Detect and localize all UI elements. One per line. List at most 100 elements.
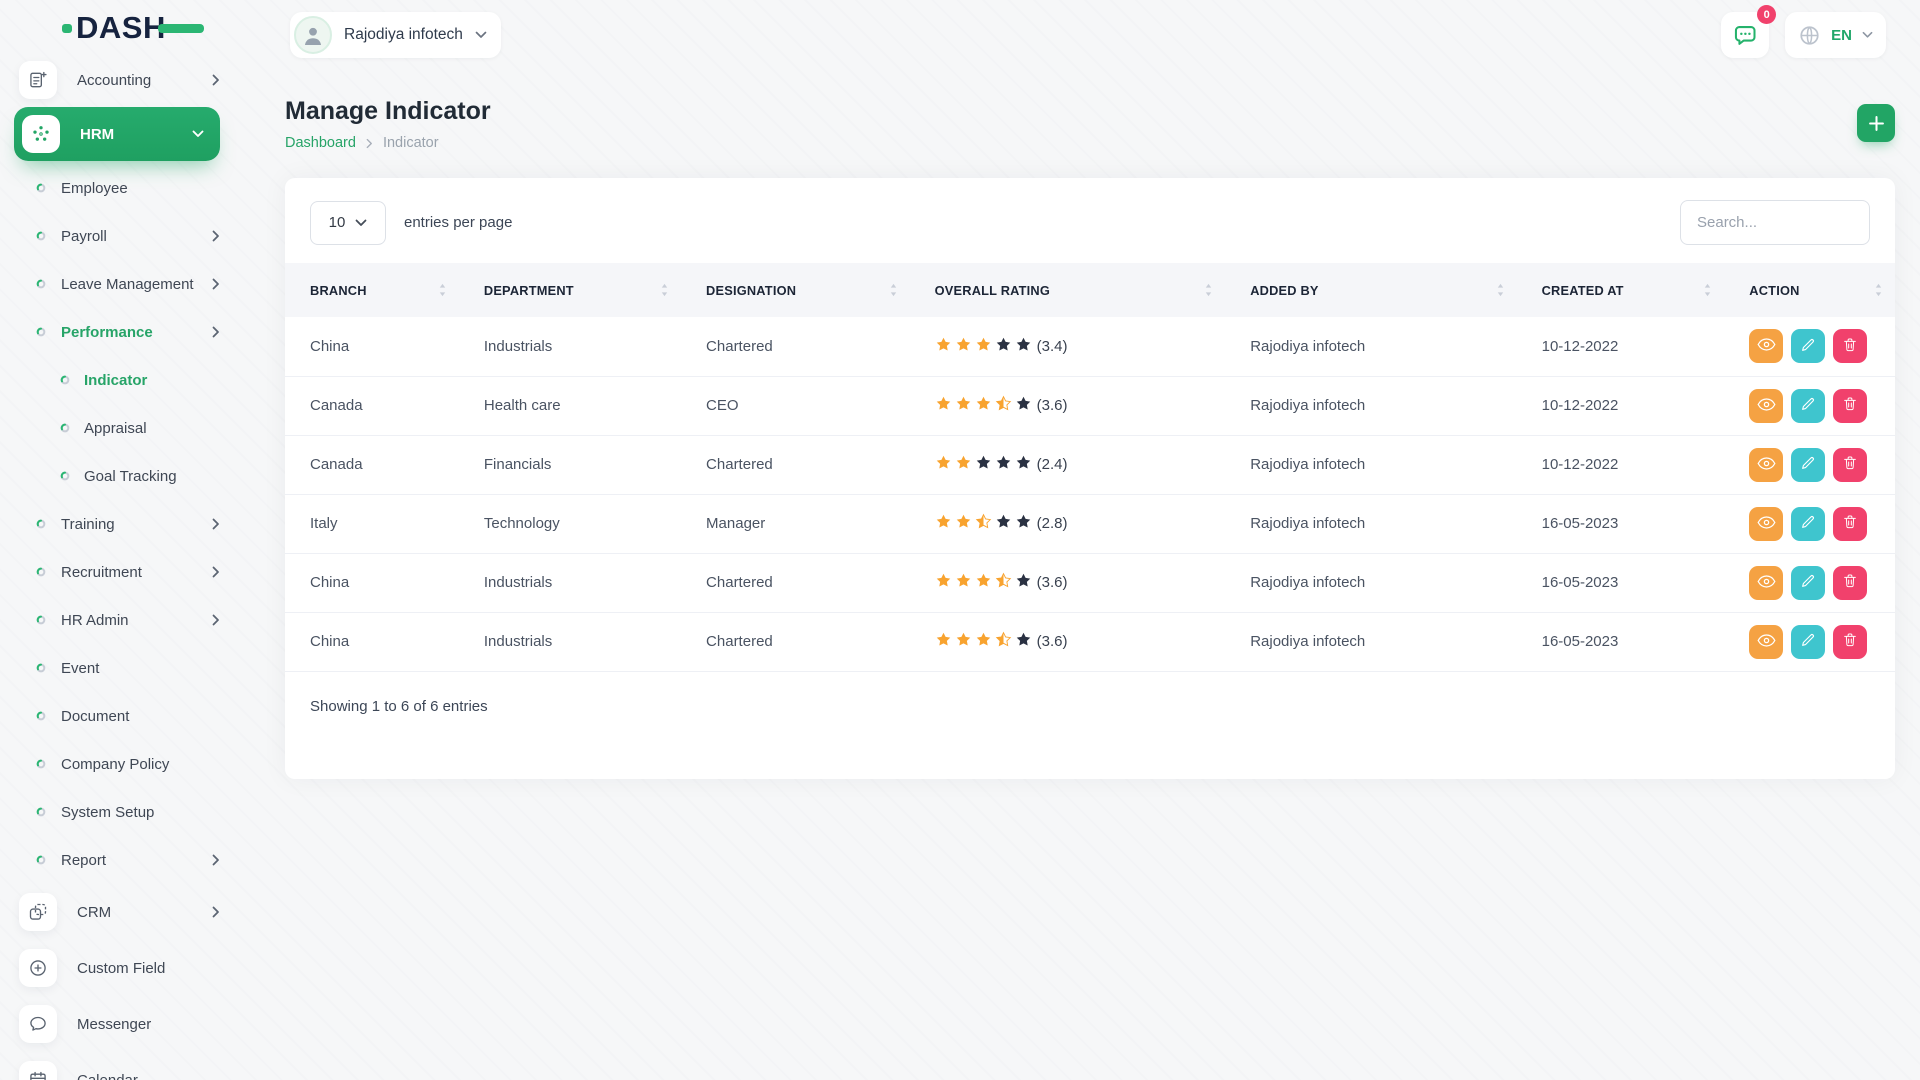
edit-button[interactable] bbox=[1791, 389, 1825, 423]
column-header-label: ADDED BY bbox=[1250, 283, 1318, 298]
table-body: ChinaIndustrialsChartered(3.4)Rajodiya i… bbox=[285, 317, 1895, 671]
chevron-right-icon bbox=[212, 74, 220, 86]
added-by-cell: Rajodiya infotech bbox=[1225, 376, 1516, 435]
view-button[interactable] bbox=[1749, 448, 1783, 482]
sort-icon[interactable] bbox=[889, 283, 898, 298]
sidebar-item-hr-admin[interactable]: HR Admin bbox=[0, 596, 240, 644]
sidebar-item-label: Messenger bbox=[77, 1016, 151, 1033]
star-full-icon bbox=[935, 395, 952, 416]
sidebar-item-hrm[interactable]: HRM bbox=[0, 104, 240, 164]
company-selector[interactable]: Rajodiya infotech bbox=[290, 12, 501, 58]
star-full-icon bbox=[955, 572, 972, 593]
sort-icon[interactable] bbox=[1874, 283, 1883, 298]
branch-cell: Italy bbox=[285, 494, 459, 553]
edit-button[interactable] bbox=[1791, 448, 1825, 482]
edit-button[interactable] bbox=[1791, 566, 1825, 600]
bullet-icon bbox=[36, 855, 46, 865]
sidebar-item-performance[interactable]: Performance bbox=[0, 308, 240, 356]
add-indicator-button[interactable] bbox=[1857, 104, 1895, 142]
bullet-icon bbox=[60, 423, 70, 433]
edit-button[interactable] bbox=[1791, 625, 1825, 659]
sidebar-item-company-policy[interactable]: Company Policy bbox=[0, 740, 240, 788]
sidebar-item-label: Performance bbox=[61, 324, 153, 341]
sidebar-item-custom-field[interactable]: Custom Field bbox=[0, 940, 240, 996]
table-row: ChinaIndustrialsChartered(3.4)Rajodiya i… bbox=[285, 317, 1895, 376]
view-button[interactable] bbox=[1749, 566, 1783, 600]
entries-per-page-label: entries per page bbox=[404, 214, 512, 231]
sidebar-item-employee[interactable]: Employee bbox=[0, 164, 240, 212]
delete-button[interactable] bbox=[1833, 329, 1867, 363]
sidebar-item-event[interactable]: Event bbox=[0, 644, 240, 692]
designation-cell: CEO bbox=[681, 376, 910, 435]
column-header-action: ACTION bbox=[1724, 263, 1895, 317]
delete-button[interactable] bbox=[1833, 566, 1867, 600]
view-button[interactable] bbox=[1749, 625, 1783, 659]
sidebar-item-label: HR Admin bbox=[61, 612, 129, 629]
chevron-right-icon bbox=[212, 566, 220, 578]
action-cell bbox=[1724, 317, 1895, 376]
branch-cell: China bbox=[285, 612, 459, 671]
sidebar-item-crm[interactable]: CRM bbox=[0, 884, 240, 940]
sort-icon[interactable] bbox=[438, 283, 447, 298]
sidebar-item-leave-management[interactable]: Leave Management bbox=[0, 260, 240, 308]
created-at-cell: 16-05-2023 bbox=[1517, 612, 1725, 671]
star-full-icon bbox=[955, 631, 972, 652]
messages-button[interactable]: 0 bbox=[1721, 12, 1769, 58]
delete-button[interactable] bbox=[1833, 389, 1867, 423]
delete-button[interactable] bbox=[1833, 507, 1867, 541]
sidebar-item-payroll[interactable]: Payroll bbox=[0, 212, 240, 260]
designation-cell: Chartered bbox=[681, 553, 910, 612]
edit-button[interactable] bbox=[1791, 329, 1825, 363]
calendar-icon bbox=[19, 1061, 57, 1080]
edit-button[interactable] bbox=[1791, 507, 1825, 541]
column-header-label: OVERALL RATING bbox=[935, 283, 1050, 298]
breadcrumb-dashboard-link[interactable]: Dashboard bbox=[285, 135, 356, 151]
sidebar-item-training[interactable]: Training bbox=[0, 500, 240, 548]
bullet-icon bbox=[36, 567, 46, 577]
trash-icon bbox=[1842, 337, 1858, 356]
added-by-cell: Rajodiya infotech bbox=[1225, 612, 1516, 671]
rating-value: (3.6) bbox=[1037, 633, 1068, 650]
rating-value: (2.4) bbox=[1037, 456, 1068, 473]
sidebar-item-label: Report bbox=[61, 852, 106, 869]
star-rating bbox=[935, 395, 1032, 416]
sort-icon[interactable] bbox=[660, 283, 669, 298]
sort-icon[interactable] bbox=[1204, 283, 1213, 298]
sidebar-item-label: Leave Management bbox=[61, 276, 194, 293]
sidebar-item-calendar[interactable]: Calendar bbox=[0, 1052, 240, 1080]
star-empty-icon bbox=[1015, 572, 1032, 593]
view-button[interactable] bbox=[1749, 507, 1783, 541]
created-at-cell: 16-05-2023 bbox=[1517, 494, 1725, 553]
chevron-down-icon bbox=[355, 219, 367, 227]
sort-icon[interactable] bbox=[1703, 283, 1712, 298]
pencil-icon bbox=[1800, 396, 1816, 415]
sidebar-item-indicator[interactable]: Indicator bbox=[0, 356, 240, 404]
pencil-icon bbox=[1800, 514, 1816, 533]
sidebar-item-report[interactable]: Report bbox=[0, 836, 240, 884]
pencil-icon bbox=[1800, 573, 1816, 592]
table-header-row: BRANCHDEPARTMENTDESIGNATIONOVERALL RATIN… bbox=[285, 263, 1895, 317]
search-input[interactable] bbox=[1680, 200, 1870, 245]
sidebar-item-messenger[interactable]: Messenger bbox=[0, 996, 240, 1052]
sidebar-nav: AccountingHRMEmployeePayroll Leave Manage… bbox=[0, 56, 240, 1080]
sort-icon[interactable] bbox=[1496, 283, 1505, 298]
delete-button[interactable] bbox=[1833, 625, 1867, 659]
view-button[interactable] bbox=[1749, 329, 1783, 363]
bullet-icon bbox=[36, 183, 46, 193]
sidebar-item-goal-tracking[interactable]: Goal Tracking bbox=[0, 452, 240, 500]
sidebar-item-system-setup[interactable]: System Setup bbox=[0, 788, 240, 836]
entries-per-page-select[interactable]: 10 bbox=[310, 201, 386, 245]
sidebar-item-appraisal[interactable]: Appraisal bbox=[0, 404, 240, 452]
brand-logo[interactable]: DASH bbox=[0, 0, 250, 56]
action-cell bbox=[1724, 612, 1895, 671]
company-avatar bbox=[294, 16, 332, 54]
language-selector[interactable]: EN bbox=[1785, 12, 1886, 58]
pencil-icon bbox=[1800, 455, 1816, 474]
chat-bubble-icon bbox=[1732, 22, 1759, 49]
language-code: EN bbox=[1831, 27, 1852, 44]
delete-button[interactable] bbox=[1833, 448, 1867, 482]
view-button[interactable] bbox=[1749, 389, 1783, 423]
sidebar-item-recruitment[interactable]: Recruitment bbox=[0, 548, 240, 596]
sidebar-item-accounting[interactable]: Accounting bbox=[0, 56, 240, 104]
sidebar-item-document[interactable]: Document bbox=[0, 692, 240, 740]
